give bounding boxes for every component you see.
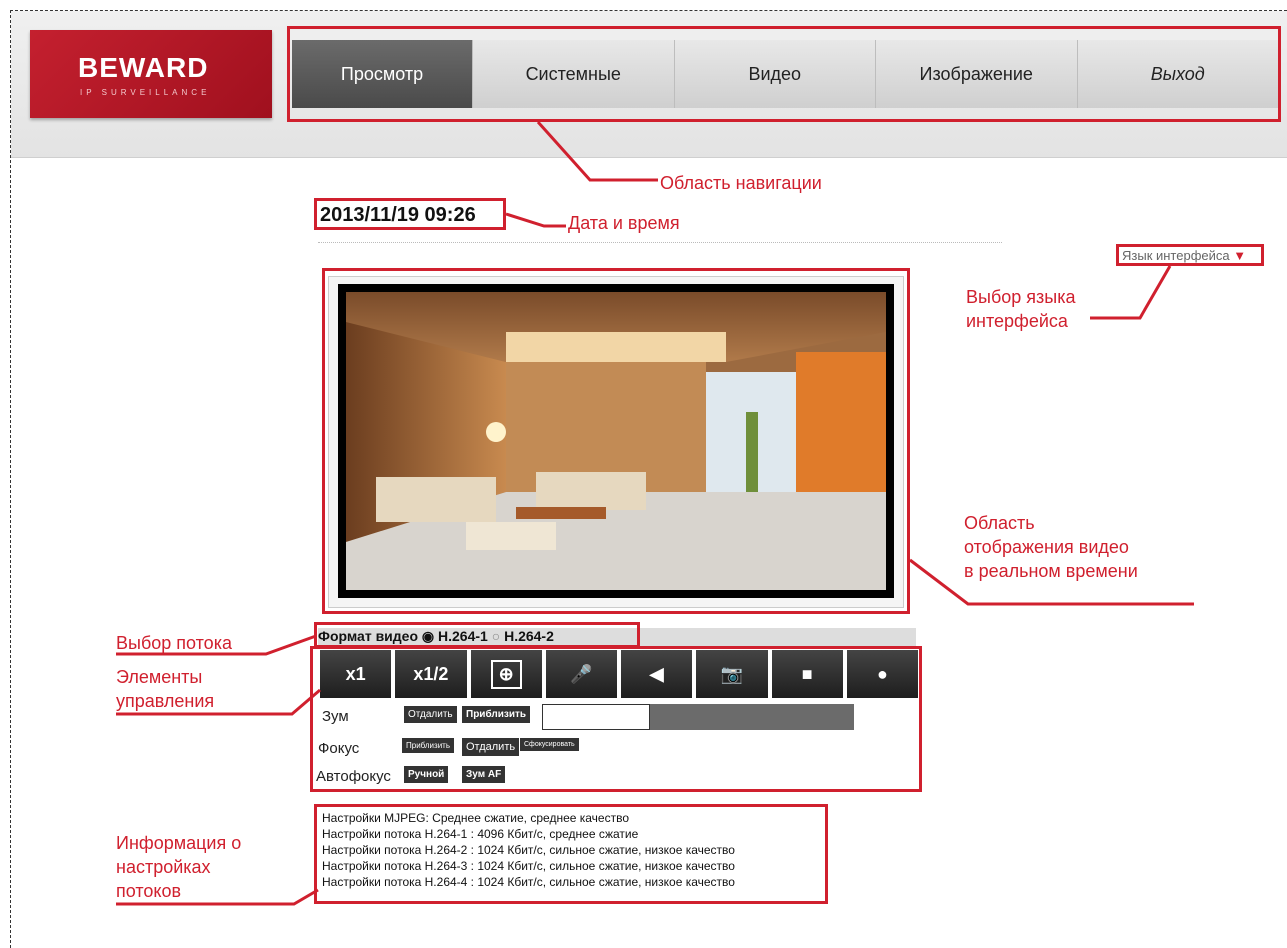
callout-lines xyxy=(116,120,1194,906)
